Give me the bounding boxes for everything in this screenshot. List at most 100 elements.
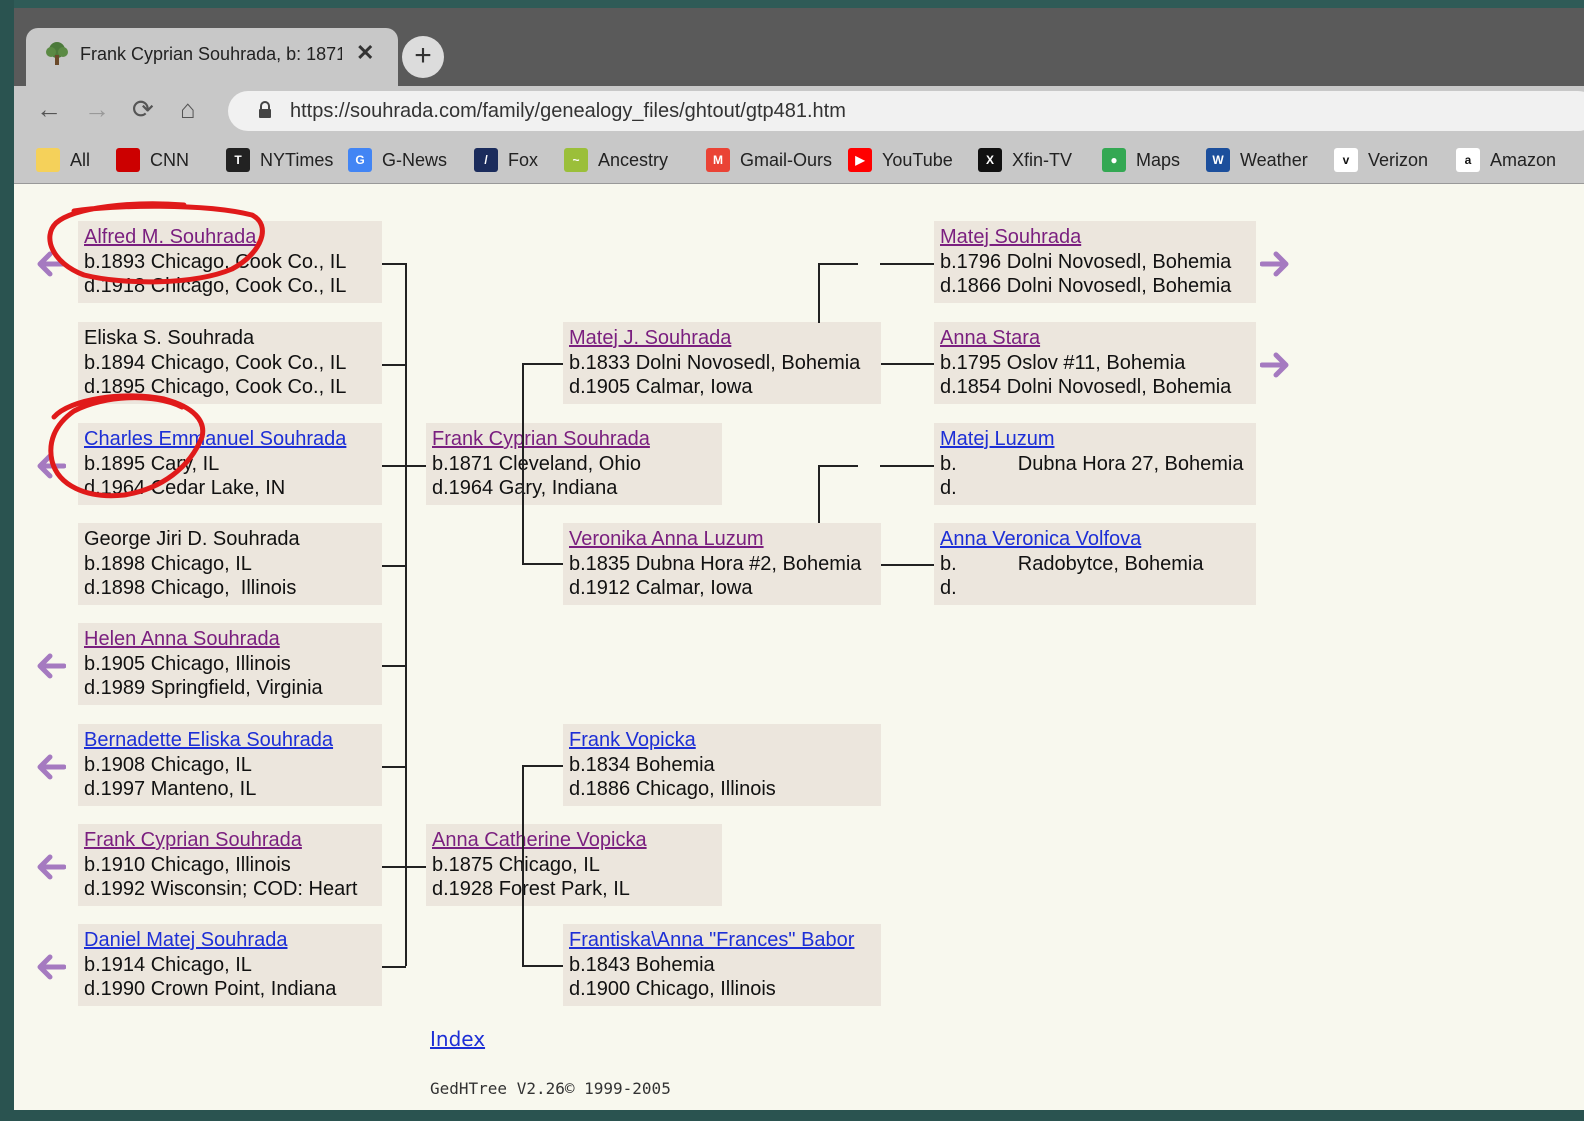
child-box: Eliska S. Souhrada b.1894 Chicago, Cook C…: [78, 322, 382, 404]
birth-info: b.1893 Chicago, Cook Co., IL: [84, 250, 347, 273]
weather-icon: W: [1206, 148, 1230, 172]
grandparent-box: Frank Vopicka b.1834 Bohemia d.1886 Chicag…: [563, 724, 881, 806]
bookmark-label: Verizon: [1368, 149, 1429, 170]
person-name-link[interactable]: Daniel Matej Souhrada: [84, 928, 287, 953]
bookmark-weather[interactable]: W Weather: [1206, 145, 1308, 175]
connector-line: [880, 263, 934, 265]
bookmark-label: YouTube: [882, 149, 953, 170]
bookmark-fox[interactable]: / Fox: [474, 145, 538, 175]
child-box: Daniel Matej Souhrada b.1914 Chicago, IL d…: [78, 924, 382, 1006]
tab-strip: Frank Cyprian Souhrada, b: 1871 ✕ +: [14, 8, 1584, 86]
arrow-left-icon[interactable]: [36, 954, 66, 980]
address-bar[interactable]: https://souhrada.com/family/genealogy_fi…: [228, 91, 1584, 131]
bookmark-label: Amazon: [1490, 149, 1557, 170]
close-tab-icon[interactable]: ✕: [356, 40, 374, 66]
person-name-link[interactable]: Charles Emmanuel Souhrada: [84, 427, 346, 452]
connector-line: [522, 563, 563, 565]
bookmark-label: Xfin-TV: [1012, 149, 1073, 170]
reload-button[interactable]: ⟳: [132, 94, 154, 125]
bookmark-label: Ancestry: [598, 149, 669, 170]
connector-line: [818, 465, 820, 523]
verizon-icon: v: [1334, 148, 1358, 172]
person-name-link[interactable]: Anna Catherine Vopicka: [432, 828, 647, 853]
birth-info: b.1905 Chicago, Illinois: [84, 652, 291, 675]
arrow-left-icon[interactable]: [36, 453, 66, 479]
connector-line: [818, 263, 858, 265]
home-button[interactable]: ⌂: [180, 94, 196, 125]
bookmark-all[interactable]: All: [36, 145, 90, 175]
birth-info: b.1843 Bohemia: [569, 953, 715, 976]
death-info: d.1997 Manteno, IL: [84, 778, 257, 800]
bookmark-label: G-News: [382, 149, 448, 170]
new-tab-button[interactable]: +: [402, 36, 444, 78]
birth-info: b.1910 Chicago, Illinois: [84, 853, 291, 876]
death-info: d.1990 Crown Point, Indiana: [84, 978, 337, 1000]
arrow-left-icon[interactable]: [36, 854, 66, 880]
great-grandparent-box: Anna Stara b.1795 Oslov #11, Bohemia d.185…: [934, 322, 1256, 404]
bookmark-g-news[interactable]: G G-News: [348, 145, 447, 175]
arrow-left-icon[interactable]: [36, 251, 66, 277]
child-box: George Jiri D. Souhrada b.1898 Chicago, I…: [78, 523, 382, 605]
bookmark-ancestry[interactable]: ~ Ancestry: [564, 145, 668, 175]
arrow-left-icon[interactable]: [36, 653, 66, 679]
arrow-right-icon[interactable]: [1260, 251, 1290, 277]
birth-info: b.1833 Dolni Novosedl, Bohemia: [569, 351, 861, 374]
death-info: d.1989 Springfield, Virginia: [84, 677, 323, 699]
desktop-background-left: [0, 0, 14, 1121]
parent-box: Frank Cyprian Souhrada b.1871 Cleveland, …: [426, 423, 722, 505]
birth-info: b.1898 Chicago, IL: [84, 552, 252, 575]
bookmark-label: CNN: [150, 149, 189, 170]
connector-line: [406, 465, 426, 467]
person-name-link[interactable]: Bernadette Eliska Souhrada: [84, 728, 333, 753]
bookmark-cnn[interactable]: CNN: [116, 145, 189, 175]
person-name-link[interactable]: Anna Stara: [940, 326, 1040, 351]
person-name-link[interactable]: Frantiska\Anna "Frances" Babor: [569, 928, 854, 953]
browser-window: Frank Cyprian Souhrada, b: 1871 ✕ + ← → …: [14, 8, 1584, 1110]
bookmark-label: All: [70, 149, 91, 170]
death-info: d.1898 Chicago, Illinois: [84, 577, 297, 599]
person-name-link[interactable]: Veronika Anna Luzum: [569, 527, 764, 552]
connector-line: [818, 263, 820, 323]
desktop-background-bottom: [0, 1110, 1584, 1121]
person-name-link[interactable]: Frank Vopicka: [569, 728, 696, 753]
connector-line: [382, 263, 406, 265]
connector-line: [406, 866, 426, 868]
child-box: Alfred M. Souhrada b.1893 Chicago, Cook C…: [78, 221, 382, 303]
person-name-link: George Jiri D. Souhrada: [84, 528, 300, 550]
person-name-link[interactable]: Alfred M. Souhrada: [84, 225, 256, 250]
bookmark-nytimes[interactable]: T NYTimes: [226, 145, 333, 175]
person-name-link[interactable]: Anna Veronica Volfova: [940, 527, 1141, 552]
fox-icon: /: [474, 148, 498, 172]
arrow-left-icon[interactable]: [36, 754, 66, 780]
person-name-link[interactable]: Matej Luzum: [940, 427, 1055, 452]
arrow-right-icon[interactable]: [1260, 352, 1290, 378]
connector-line: [522, 363, 524, 563]
death-info: d.1866 Dolni Novosedl, Bohemia: [940, 275, 1232, 297]
person-name-link[interactable]: Matej Souhrada: [940, 225, 1081, 250]
browser-tab[interactable]: Frank Cyprian Souhrada, b: 1871 ✕: [26, 28, 398, 86]
gedhtree-footer: GedHTree V2.26© 1999-2005: [430, 1079, 671, 1098]
person-name-link[interactable]: Frank Cyprian Souhrada: [432, 427, 650, 452]
forward-button[interactable]: →: [84, 94, 110, 125]
bookmark-youtube[interactable]: ▶ YouTube: [848, 145, 953, 175]
connector-line: [881, 363, 934, 365]
connector-line: [880, 465, 934, 467]
birth-info: b.1795 Oslov #11, Bohemia: [940, 351, 1186, 374]
bookmark-gmail-ours[interactable]: M Gmail-Ours: [706, 145, 832, 175]
person-name-link[interactable]: Helen Anna Souhrada: [84, 627, 280, 652]
birth-info: b.1895 Cary, IL: [84, 452, 220, 475]
bookmark-verizon[interactable]: v Verizon: [1334, 145, 1428, 175]
youtube-icon: ▶: [848, 148, 872, 172]
back-button[interactable]: ←: [36, 94, 62, 125]
person-name-link[interactable]: Frank Cyprian Souhrada: [84, 828, 302, 853]
bookmark-xfin-tv[interactable]: X Xfin-TV: [978, 145, 1072, 175]
xfinity-icon: X: [978, 148, 1002, 172]
birth-info: b.1796 Dolni Novosedl, Bohemia: [940, 250, 1232, 273]
connector-line: [382, 465, 406, 467]
person-name-link[interactable]: Matej J. Souhrada: [569, 326, 731, 351]
grandparent-box: Veronika Anna Luzum b.1835 Dubna Hora #2,…: [563, 523, 881, 605]
bookmark-amazon[interactable]: a Amazon: [1456, 145, 1556, 175]
bookmark-maps[interactable]: ● Maps: [1102, 145, 1180, 175]
lock-icon: [259, 101, 271, 118]
index-link[interactable]: Index: [430, 1027, 485, 1051]
